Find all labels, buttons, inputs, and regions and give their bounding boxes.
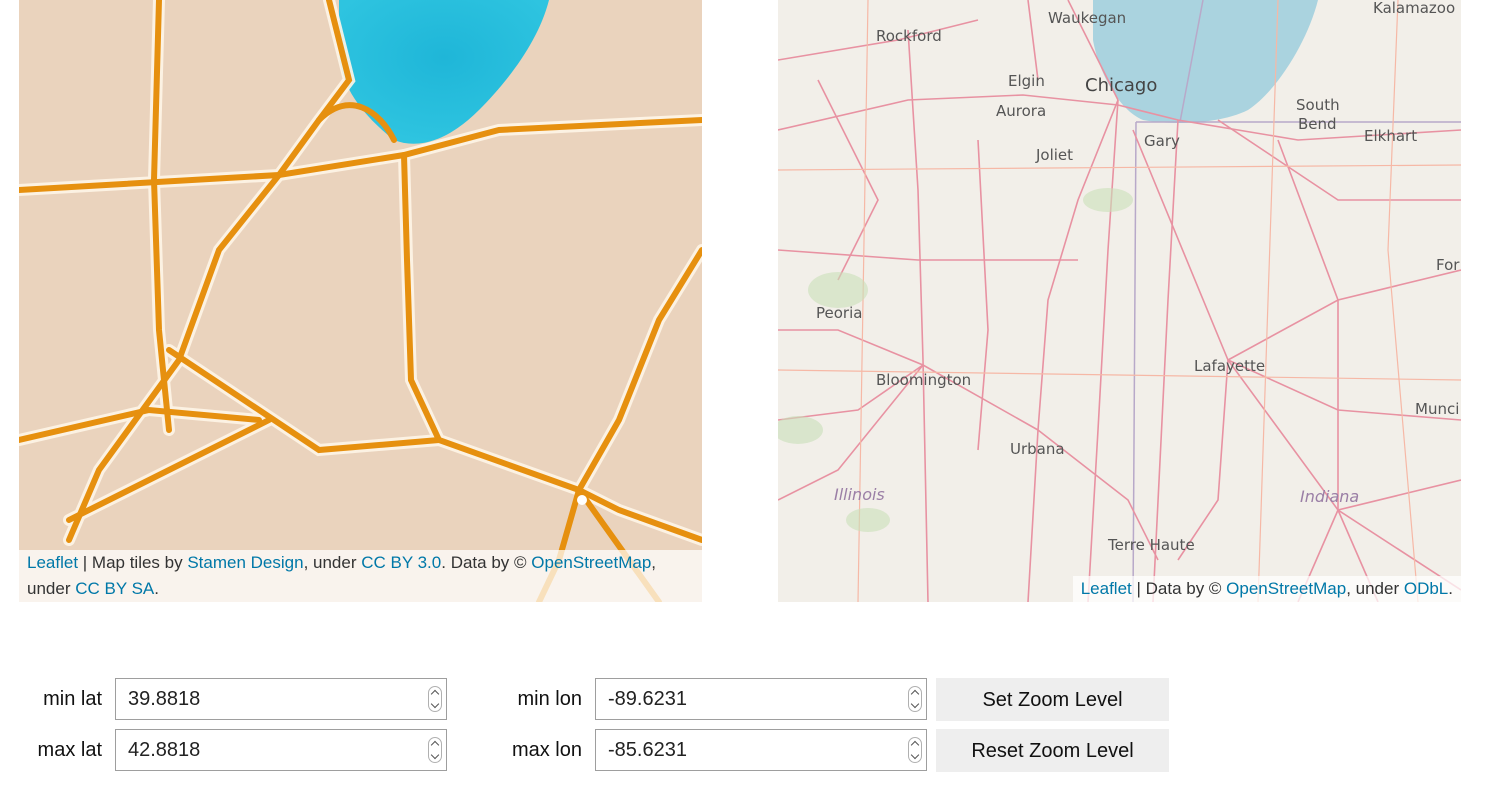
leaflet-link[interactable]: Leaflet [1081,579,1132,598]
attribution-text: | Data by © [1131,579,1227,598]
watercolor-map[interactable]: Leaflet | Map tiles by Stamen Design, un… [19,0,702,602]
openstreetmap-link[interactable]: OpenStreetMap [531,553,651,572]
openstreetmap-map-tiles: Waukegan Kalamazoo Rockford Elgin Chicag… [778,0,1461,602]
min-lon-spinner-icon[interactable] [908,686,922,712]
max-lon-label: max lon [511,739,582,761]
map-label-rockford: Rockford [876,27,942,45]
min-lat-label: min lat [43,688,102,710]
attribution-text: | Map tiles by [78,553,188,572]
map-label-south-bend-line1: South [1296,96,1340,114]
map-label-elkhart: Elkhart [1364,127,1417,145]
map-label-lafayette: Lafayette [1194,357,1265,375]
set-zoom-level-button[interactable]: Set Zoom Level [936,678,1169,721]
attribution-text: . [1448,579,1453,598]
stamen-design-link[interactable]: Stamen Design [187,553,303,572]
map-label-illinois: Illinois [834,485,885,504]
max-lat-input[interactable]: 42.8818 [115,729,447,771]
map-label-indiana: Indiana [1300,487,1359,506]
map-label-muncie: Munci [1415,400,1459,418]
openstreetmap-map[interactable]: Waukegan Kalamazoo Rockford Elgin Chicag… [778,0,1461,602]
min-lon-label: min lon [517,688,582,710]
map-label-elgin: Elgin [1008,72,1045,90]
attribution-text: , under [303,553,362,572]
min-lon-value: -89.6231 [608,688,687,710]
min-lat-value: 39.8818 [128,688,201,710]
map-label-chicago: Chicago [1085,75,1157,96]
zoom-controls: min lat 39.8818 max lat 42.8818 min lon … [0,678,1486,778]
attribution-text: . [154,579,159,598]
reset-zoom-level-button[interactable]: Reset Zoom Level [936,729,1169,772]
max-lon-value: -85.6231 [608,739,687,761]
map-label-fort: For [1436,256,1460,274]
map-attribution: Leaflet | Data by © OpenStreetMap, under… [1072,576,1461,602]
max-lat-value: 42.8818 [128,739,201,761]
max-lat-spinner-icon[interactable] [428,737,442,763]
leaflet-link[interactable]: Leaflet [27,553,78,572]
cc-by-sa-link[interactable]: CC BY SA [75,579,154,598]
map-label-joliet: Joliet [1035,146,1073,164]
map-label-kalamazoo: Kalamazoo [1373,0,1455,17]
map-attribution: Leaflet | Map tiles by Stamen Design, un… [19,550,702,602]
min-lon-input[interactable]: -89.6231 [595,678,927,720]
max-lon-spinner-icon[interactable] [908,737,922,763]
map-label-gary: Gary [1144,132,1180,150]
max-lat-label: max lat [37,739,102,761]
cc-by-link[interactable]: CC BY 3.0 [361,553,441,572]
map-label-peoria: Peoria [816,304,862,322]
attribution-text: . Data by © [441,553,532,572]
max-lon-input[interactable]: -85.6231 [595,729,927,771]
map-label-terre-haute: Terre Haute [1107,536,1195,554]
map-label-south-bend-line2: Bend [1298,115,1337,133]
min-lat-spinner-icon[interactable] [428,686,442,712]
map-label-bloomington: Bloomington [876,371,971,389]
map-label-aurora: Aurora [996,102,1046,120]
odbl-link[interactable]: ODbL [1404,579,1448,598]
map-label-waukegan: Waukegan [1048,9,1126,27]
watercolor-map-tiles [19,0,702,602]
openstreetmap-link[interactable]: OpenStreetMap [1226,579,1346,598]
map-label-urbana: Urbana [1010,440,1065,458]
attribution-text: , under [1346,579,1404,598]
min-lat-input[interactable]: 39.8818 [115,678,447,720]
